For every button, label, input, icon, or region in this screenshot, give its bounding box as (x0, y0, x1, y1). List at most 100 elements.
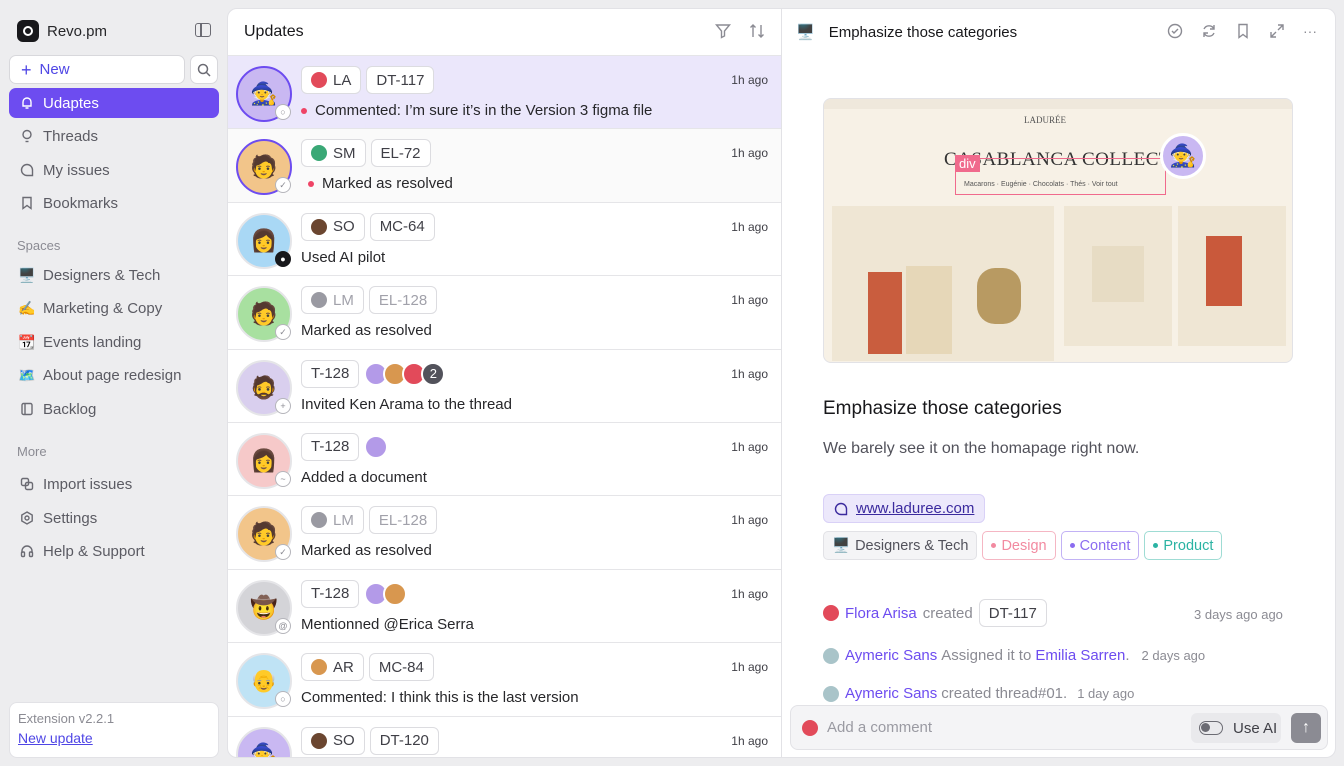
issue-ref: MC-84 (378, 658, 424, 676)
bookmark-icon[interactable] (1235, 23, 1251, 39)
writing-hand-icon: ✍️ (18, 299, 36, 316)
issue-chip[interactable]: DT-117 (366, 66, 435, 94)
update-message: Marked as resolved (301, 322, 432, 340)
computer-icon: 🖥️ (832, 538, 851, 554)
update-row[interactable]: 🧔 + T-128 2 Invited Ken Arama to the thr… (228, 348, 781, 422)
issue-chip[interactable]: EL-128 (368, 286, 438, 315)
period: . (1125, 647, 1130, 664)
use-ai-label: Use AI (1233, 719, 1278, 737)
issue-chip[interactable]: MC-84 (368, 653, 434, 682)
issue-chip[interactable]: EL-72 (370, 139, 431, 168)
updates-header: Updates (228, 9, 781, 55)
sort-icon[interactable] (749, 23, 765, 39)
website-link[interactable]: www.laduree.com (823, 494, 986, 523)
space-tag[interactable]: 🖥️ Designers & Tech (823, 531, 978, 560)
sidebar-item-updates[interactable]: Udaptes (9, 88, 219, 118)
issue-ref: T-128 (311, 585, 350, 603)
issue-chip[interactable]: T-128 (301, 432, 360, 461)
sidebar-item-bookmarks[interactable]: Bookmarks (9, 188, 219, 218)
search-button[interactable] (190, 55, 218, 84)
activity-status-icon: ~ (275, 470, 291, 487)
participants-stack[interactable] (364, 434, 389, 459)
sidebar-item-about-page[interactable]: 🗺️ About page redesign (9, 360, 219, 390)
tag-design[interactable]: Design (982, 531, 1056, 560)
issue-chip[interactable]: DT-117 (978, 599, 1047, 627)
sidebar-toggle-icon[interactable] (195, 23, 211, 37)
new-update-link[interactable]: New update (18, 730, 210, 746)
activity-target[interactable]: Emilia Sarren (1035, 647, 1125, 664)
update-row[interactable]: 🤠 @ T-128 Mentionned @Erica Serra 1h ago (228, 568, 781, 642)
update-row[interactable]: 👴 ○ AR MC-84 Commented: I think this is … (228, 642, 781, 715)
website-preview[interactable]: LADURÉE CASABLANCA COLLECTIC div Macaron… (823, 98, 1293, 363)
headphones-icon (19, 543, 35, 559)
user-chip[interactable]: SO (301, 726, 365, 755)
sidebar-item-label: Backlog (43, 400, 97, 418)
issue-chip[interactable]: T-128 (301, 579, 360, 608)
comment-input[interactable]: Add a comment (827, 719, 932, 736)
new-button[interactable]: + New (9, 55, 185, 84)
sidebar-item-my-issues[interactable]: My issues (9, 155, 219, 185)
sidebar-item-events-landing[interactable]: 📆 Events landing (9, 327, 219, 357)
sidebar-item-backlog[interactable]: Backlog (9, 394, 219, 424)
sidebar-item-designers-tech[interactable]: 🖥️ Designers & Tech (9, 260, 219, 290)
user-initials: LM (333, 511, 354, 529)
participant-avatar (364, 434, 389, 459)
user-avatar-mini (311, 72, 327, 88)
update-row[interactable]: 👩 ● SO MC-64 Used AI pilot 1h ago (228, 201, 781, 275)
sidebar-item-threads[interactable]: Threads (9, 121, 219, 151)
tag-product[interactable]: Product (1144, 531, 1223, 560)
update-time: 1h ago (731, 586, 768, 601)
user-chip[interactable]: AR (301, 653, 364, 682)
activity-user[interactable]: Flora Arisa (845, 605, 917, 622)
sidebar-item-settings[interactable]: Settings (9, 503, 219, 533)
user-chip[interactable]: LM (301, 286, 364, 315)
update-message: Invited Ken Arama to the thread (301, 395, 512, 413)
activity-user[interactable]: Aymeric Sans (845, 685, 937, 702)
use-ai-toggle[interactable]: Use AI (1191, 713, 1281, 743)
more-options-icon[interactable]: ··· (1303, 23, 1317, 39)
update-row[interactable]: 🧑 ✓ LM EL-128 Marked as resolved 1h ago (228, 495, 781, 568)
participants-stack[interactable] (364, 581, 408, 606)
activity-user[interactable]: Aymeric Sans (845, 647, 937, 664)
arrow-up-icon: ↑ (1302, 719, 1310, 736)
issue-chip[interactable]: DT-120 (369, 726, 439, 755)
user-chip[interactable]: LA (301, 66, 362, 94)
update-time: 1h ago (731, 660, 768, 675)
update-row[interactable]: 🧙 ○ LA DT-117 Commented: I’m sure it’s i… (228, 55, 781, 129)
issue-chip[interactable]: MC-64 (369, 212, 435, 241)
avatar (823, 605, 839, 621)
comment-status-icon: ○ (275, 691, 291, 708)
issue-ref: T-128 (311, 438, 350, 456)
issue-chip[interactable]: EL-128 (368, 506, 438, 535)
user-chip[interactable]: LM (301, 506, 364, 535)
activity-verb: created (922, 604, 973, 622)
lightbulb-icon (19, 128, 35, 144)
update-row[interactable]: 🧙 SO DT-120 1h ago (228, 715, 781, 757)
sidebar-item-import-issues[interactable]: Import issues (9, 469, 219, 499)
send-button[interactable]: ↑ (1291, 713, 1321, 743)
user-chip[interactable]: SM (301, 139, 366, 168)
website-link-text: www.laduree.com (856, 500, 975, 517)
macaron-box-image (1092, 246, 1144, 302)
participants-stack[interactable]: 2 (364, 361, 446, 386)
detail-header-title: Emphasize those categories (828, 23, 1018, 41)
update-time: 1h ago (731, 219, 768, 234)
refresh-icon[interactable] (1201, 23, 1217, 39)
user-initials: SO (333, 732, 355, 750)
issue-ref: DT-120 (379, 732, 429, 750)
update-row[interactable]: 👩 ~ T-128 Added a document 1h ago (228, 421, 781, 495)
user-avatar-mini (311, 292, 327, 309)
brand[interactable]: Revo.pm (17, 20, 107, 42)
tag-content[interactable]: Content (1060, 531, 1140, 560)
filter-icon[interactable] (715, 23, 731, 39)
sidebar-item-help-support[interactable]: Help & Support (9, 536, 219, 566)
sidebar-item-label: Designers & Tech (43, 266, 161, 284)
expand-icon[interactable] (1269, 23, 1285, 39)
update-row[interactable]: 🧑 ✓ LM EL-128 Marked as resolved 1h ago (228, 275, 781, 348)
sidebar-item-marketing-copy[interactable]: ✍️ Marketing & Copy (9, 293, 219, 323)
user-chip[interactable]: SO (301, 212, 365, 241)
preview-topbar (824, 99, 1292, 109)
resolve-check-icon[interactable] (1167, 23, 1183, 39)
issue-chip[interactable]: T-128 (301, 359, 360, 388)
update-row[interactable]: 🧑 ✓ SM EL-72 Marked as resolved 1h ago (228, 128, 781, 202)
